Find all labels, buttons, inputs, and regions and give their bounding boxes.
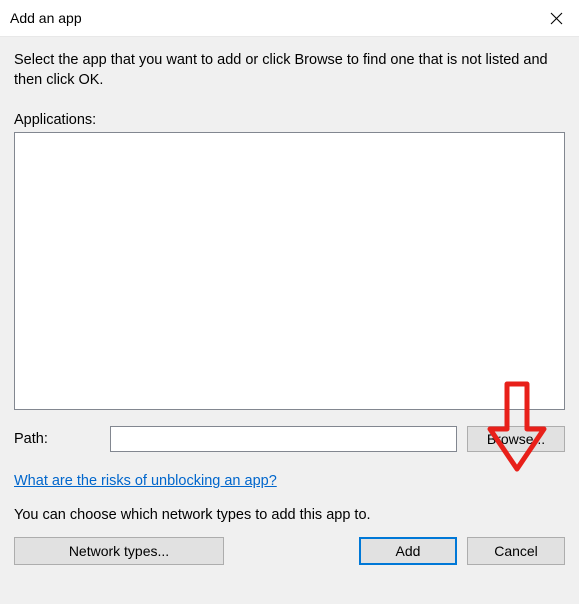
button-row: Network types... Add Cancel (14, 537, 565, 565)
applications-label: Applications: (14, 112, 565, 128)
browse-button[interactable]: Browse... (467, 426, 565, 452)
path-label: Path: (14, 431, 100, 447)
titlebar: Add an app (0, 0, 579, 36)
path-input[interactable] (110, 426, 457, 452)
add-button[interactable]: Add (359, 537, 457, 565)
close-icon (550, 12, 563, 25)
network-types-button[interactable]: Network types... (14, 537, 224, 565)
window-title: Add an app (10, 10, 82, 26)
applications-listbox[interactable] (14, 132, 565, 410)
network-types-text: You can choose which network types to ad… (14, 507, 565, 523)
path-row: Path: Browse... (14, 426, 565, 452)
risks-link[interactable]: What are the risks of unblocking an app? (14, 473, 277, 489)
cancel-button[interactable]: Cancel (467, 537, 565, 565)
dialog-content: Select the app that you want to add or c… (0, 36, 579, 604)
instruction-text: Select the app that you want to add or c… (14, 51, 565, 90)
close-button[interactable] (533, 0, 579, 36)
